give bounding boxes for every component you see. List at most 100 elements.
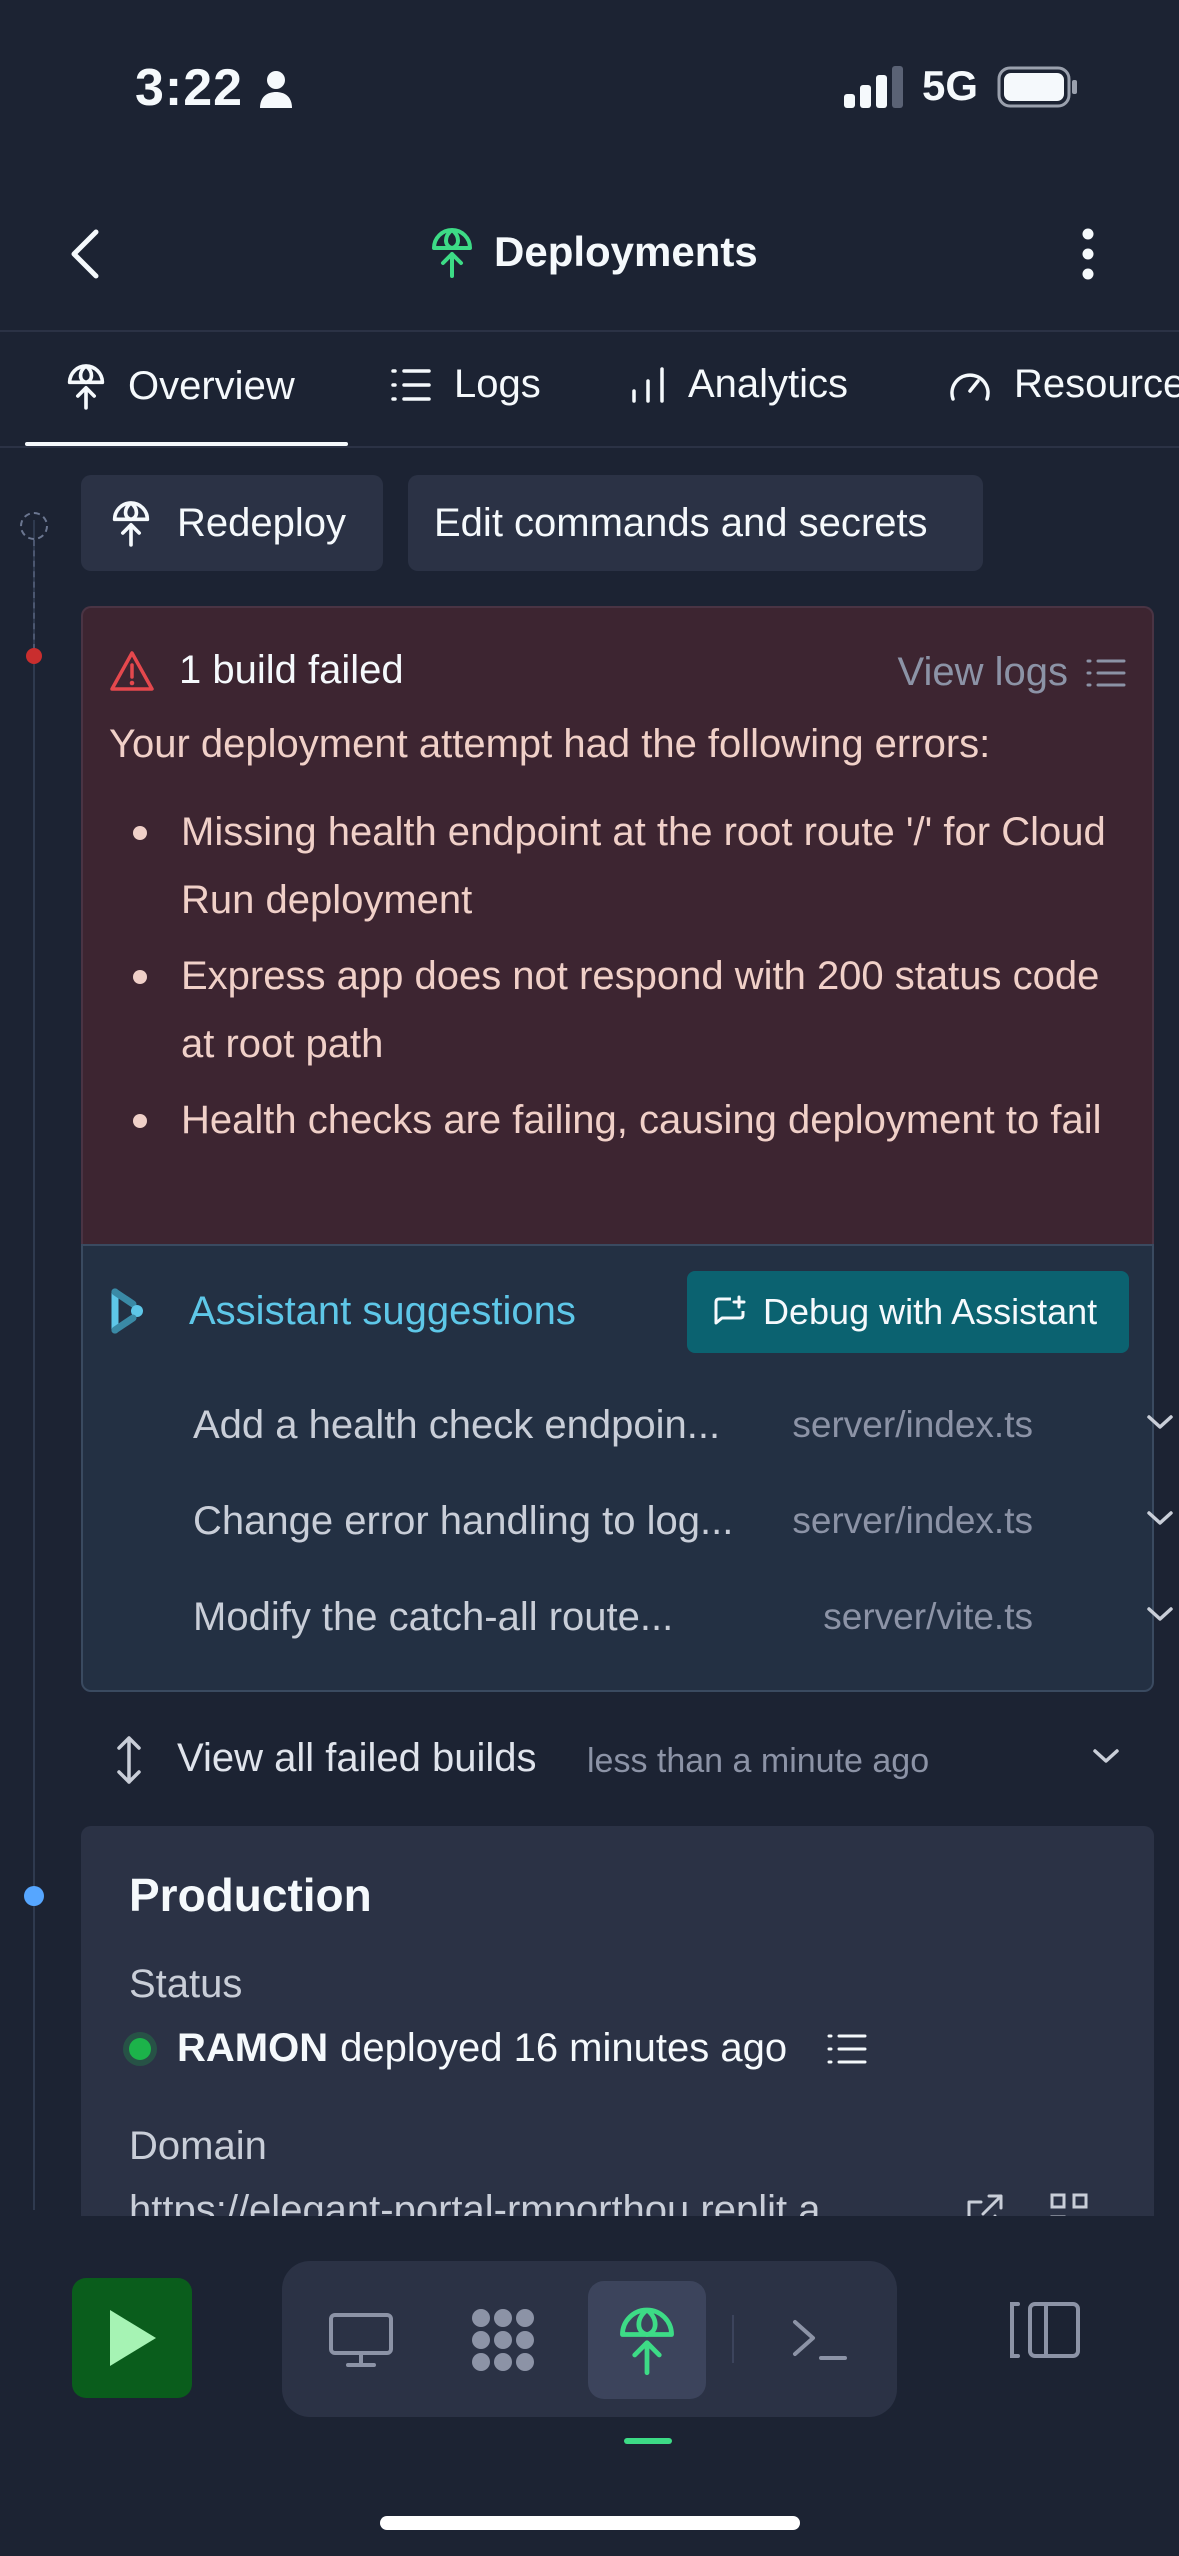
- bottom-toolbar: [0, 2216, 1179, 2556]
- list-icon: [391, 368, 431, 401]
- suggestion-item[interactable]: Modify the catch-all route... server/vit…: [193, 1582, 1173, 1652]
- edit-commands-label: Edit commands and secrets: [434, 500, 928, 545]
- suggestion-title: Add a health check endpoin...: [193, 1402, 721, 1447]
- list-icon: [1086, 659, 1126, 686]
- error-item: Health checks are failing, causing deplo…: [109, 1086, 1139, 1154]
- play-icon: [110, 2310, 156, 2366]
- status-text: deployed 16 minutes ago: [340, 2026, 788, 2070]
- battery-icon: [997, 66, 1077, 108]
- debug-with-assistant-button[interactable]: Debug with Assistant: [687, 1271, 1129, 1353]
- person-icon: [260, 71, 292, 108]
- status-green-dot: [129, 2037, 151, 2060]
- chevron-down-icon: [1093, 1749, 1119, 1763]
- tool-switcher: [282, 2261, 897, 2417]
- deployments-icon: [432, 228, 472, 278]
- tab-analytics[interactable]: Analytics: [630, 362, 848, 407]
- run-button[interactable]: [72, 2278, 192, 2398]
- error-header: 1 build failed: [109, 648, 404, 693]
- home-indicator: [380, 2516, 800, 2530]
- timeline-failed-dot: [26, 648, 42, 664]
- header-title-group: Deployments: [430, 226, 758, 278]
- cellular-signal-icon: [844, 66, 903, 108]
- shell-tool[interactable]: [760, 2281, 878, 2399]
- tab-overview[interactable]: Overview: [66, 362, 295, 410]
- timeline-line: [33, 520, 35, 2210]
- timeline-dashed-segment: [33, 540, 35, 650]
- suggestion-title: Modify the catch-all route...: [193, 1594, 674, 1639]
- qr-code-icon[interactable]: [1049, 2192, 1089, 2216]
- chat-sparkle-icon: [714, 1295, 746, 1325]
- grid-dots-icon: [472, 2309, 534, 2371]
- monitor-icon: [329, 2313, 393, 2367]
- toolbar-separator: [732, 2315, 734, 2363]
- timeline-production-dot: [24, 1886, 44, 1906]
- suggestions-title: Assistant suggestions: [189, 1288, 576, 1333]
- suggestions-header: Assistant suggestions: [109, 1288, 576, 1334]
- redeploy-button[interactable]: Redeploy: [81, 475, 383, 571]
- suggestion-file: server/index.ts: [792, 1500, 1033, 1541]
- tab-label: Logs: [454, 362, 541, 406]
- assistant-suggestions-panel: Assistant suggestions Debug with Assista…: [81, 1244, 1173, 1692]
- network-type: 5G: [922, 62, 979, 109]
- redeploy-label: Redeploy: [177, 500, 347, 545]
- tab-bar: Overview Logs Analytics Resources: [0, 332, 1179, 448]
- view-logs-label: View logs: [897, 650, 1068, 694]
- suggestion-title: Change error handling to log...: [193, 1498, 734, 1543]
- chevron-down-icon: [1147, 1607, 1173, 1621]
- error-item: Express app does not respond with 200 st…: [109, 942, 1139, 1078]
- failed-builds-label: View all failed builds: [177, 1736, 537, 1780]
- status-time: 3:22: [135, 59, 244, 117]
- terminal-icon: [793, 2320, 847, 2360]
- suggestion-file: server/vite.ts: [823, 1596, 1033, 1637]
- suggestion-item[interactable]: Change error handling to log... server/i…: [193, 1486, 1173, 1556]
- domain-label: Domain: [129, 2124, 267, 2168]
- gauge-icon: [950, 372, 990, 401]
- suggestion-item[interactable]: Add a health check endpoin... server/ind…: [193, 1390, 1173, 1460]
- tab-logs[interactable]: Logs: [390, 362, 541, 407]
- webview-tool[interactable]: [302, 2281, 420, 2399]
- assistant-icon: [111, 1288, 143, 1334]
- view-failed-builds-row[interactable]: View all failed builds less than a minut…: [81, 1726, 1154, 1792]
- status-label: Status: [129, 1962, 243, 2006]
- deployments-icon: [112, 501, 150, 547]
- more-options-icon[interactable]: [1066, 224, 1110, 284]
- workspace-tool[interactable]: [444, 2281, 562, 2399]
- app-header: Deployments: [0, 200, 1179, 330]
- error-title: 1 build failed: [179, 648, 404, 692]
- tabs-divider: [0, 446, 1179, 448]
- status-bar: 3:22 5G: [0, 0, 1179, 170]
- view-logs-link[interactable]: View logs: [898, 650, 1126, 695]
- deployment-status: RAMON deployed 16 minutes ago: [129, 2026, 867, 2071]
- chevron-down-icon: [1147, 1415, 1173, 1429]
- logs-list-icon[interactable]: [827, 2032, 867, 2066]
- debug-button-label: Debug with Assistant: [763, 1291, 1098, 1332]
- domain-url[interactable]: https://elegant-portal-rmporthou.replit.…: [129, 2188, 889, 2216]
- back-chevron-icon[interactable]: [62, 224, 112, 284]
- active-tool-indicator: [624, 2438, 672, 2444]
- external-link-icon[interactable]: [965, 2192, 1005, 2216]
- warning-icon: [110, 650, 154, 691]
- production-card: Production Status RAMON deployed 16 minu…: [81, 1826, 1154, 2216]
- deployments-tool[interactable]: [588, 2281, 706, 2399]
- tab-label: Analytics: [688, 362, 849, 406]
- panel-toggle-icon[interactable]: [1008, 2298, 1082, 2362]
- production-title: Production: [129, 1869, 372, 1921]
- tab-resources[interactable]: Resources: [948, 362, 1179, 407]
- deployments-icon: [620, 2307, 674, 2376]
- timeline-pending-dot: [20, 512, 48, 540]
- deployer-name: RAMON: [177, 2026, 329, 2070]
- build-failed-card: 1 build failed View logs Your deployment…: [81, 606, 1154, 1246]
- error-intro: Your deployment attempt had the followin…: [109, 722, 991, 766]
- error-list: Missing health endpoint at the root rout…: [109, 798, 1139, 1162]
- page-title: Deployments: [494, 228, 758, 275]
- failed-builds-time: less than a minute ago: [587, 1742, 930, 1780]
- edit-commands-secrets-button[interactable]: Edit commands and secrets: [408, 475, 983, 571]
- expand-vertical-icon: [117, 1736, 141, 1784]
- error-item: Missing health endpoint at the root rout…: [109, 798, 1139, 934]
- deployments-icon: [67, 364, 105, 410]
- suggestion-file: server/index.ts: [792, 1404, 1033, 1445]
- tab-label: Resources: [1014, 362, 1179, 406]
- tab-label: Overview: [128, 363, 295, 408]
- bar-chart-icon: [632, 366, 664, 403]
- chevron-down-icon: [1147, 1511, 1173, 1525]
